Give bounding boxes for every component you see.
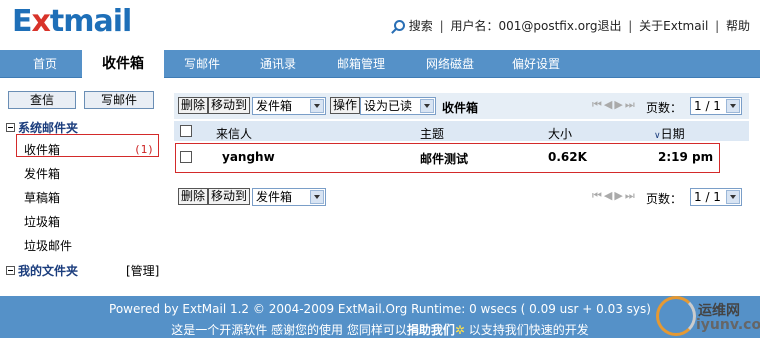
tab-inbox[interactable]: 收件箱 [82,50,164,79]
row-date: 2:19 pm [658,150,714,164]
sort-desc-icon: ∨ [654,131,661,141]
manage-folders-link[interactable]: [管理] [126,262,159,279]
donate-link[interactable]: 捐助我们 [407,323,455,337]
username: 001@postfix.org [498,19,598,33]
chevron-down-icon [726,190,740,204]
row-from[interactable]: yanghw [222,150,275,164]
tab-preferences[interactable]: 偏好设置 [496,50,576,78]
move-to-button-bottom[interactable]: 移动到 [208,188,251,205]
sidebar-item-trash[interactable]: 垃圾箱 [24,213,60,230]
help-link[interactable]: 帮助 [726,19,750,33]
chevron-down-icon [310,99,324,113]
tab-addressbook[interactable]: 通讯录 [242,50,314,78]
column-date[interactable]: ∨日期 [654,125,685,142]
header: Extmail 搜索 | 用户名：001@postfix.org退出 | 关于E… [0,0,760,50]
page-select-bottom[interactable]: 1 / 1 [690,188,742,206]
row-checkbox[interactable] [180,151,192,163]
search-icon[interactable] [393,20,405,31]
mark-as-select[interactable]: 设为已读 [360,97,436,115]
select-all-checkbox[interactable] [180,125,192,137]
compose-button[interactable]: 写邮件 [84,91,154,109]
tab-mailbox-manage[interactable]: 邮箱管理 [322,50,400,78]
sidebar-item-inbox[interactable]: 收件箱 [24,141,60,158]
pages-label: 页数： [646,101,683,115]
footer-powered-by: Powered by ExtMail 1.2 © 2004-2009 ExtMa… [109,302,651,316]
sidebar-item-drafts[interactable]: 草稿箱 [24,189,60,206]
username-label: 用户名： [450,19,499,33]
main-tabs: 首页 收件箱 写邮件 通讯录 邮箱管理 网络磁盘 偏好设置 [0,50,760,79]
my-folders-header[interactable]: 我的文件夹 [6,262,78,279]
logout-link[interactable]: 退出 [597,19,621,33]
inbox-unread-count: (1) [134,143,154,156]
footer: Powered by ExtMail 1.2 © 2004-2009 ExtMa… [0,296,760,338]
about-link[interactable]: 关于Extmail [639,19,708,33]
top-links: 搜索 | 用户名：001@postfix.org退出 | 关于Extmail |… [393,17,750,34]
row-subject[interactable]: 邮件测试 [420,150,468,167]
collapse-icon[interactable] [6,266,15,275]
table-row[interactable]: yanghw 邮件测试 0.62K 2:19 pm [174,145,749,171]
sidebar: 查信 写邮件 系统邮件夹 收件箱 (1) 发件箱 草稿箱 垃圾箱 垃圾邮件 我的… [0,79,165,292]
move-target-select[interactable]: 发件箱 [252,97,326,115]
extmail-logo[interactable]: Extmail [12,4,132,39]
search-link[interactable]: 搜索 [409,19,433,33]
chevron-down-icon [420,99,434,113]
column-from[interactable]: 来信人 [216,125,252,142]
delete-button[interactable]: 删除 [178,97,209,114]
column-size[interactable]: 大小 [548,125,572,142]
tab-home[interactable]: 首页 [6,50,84,78]
check-mail-button[interactable]: 查信 [8,91,76,109]
tab-compose[interactable]: 写邮件 [166,50,238,78]
column-subject[interactable]: 主题 [420,125,444,142]
pager-nav-icons[interactable]: ⏮◀▶⏭ [592,98,637,112]
operate-button[interactable]: 操作 [330,97,361,114]
move-to-button[interactable]: 移动到 [208,97,251,114]
collapse-icon[interactable] [6,123,15,132]
bottom-toolbar: 删除 移动到 发件箱 ⏮◀▶⏭ 页数： 1 / 1 [174,184,749,210]
watermark-logo-icon [656,296,696,336]
page-select[interactable]: 1 / 1 [690,97,742,115]
star-icon: ✲ [454,323,465,337]
row-size: 0.62K [548,150,587,164]
sidebar-item-sent[interactable]: 发件箱 [24,165,60,182]
current-folder-label: 收件箱 [442,101,479,115]
move-target-select-bottom[interactable]: 发件箱 [252,188,326,206]
chevron-down-icon [310,190,324,204]
site-watermark: 运维网 iyunv.com [652,296,760,338]
delete-button-bottom[interactable]: 删除 [178,188,209,205]
mail-list-header: 来信人 主题 大小 ∨日期 [174,121,749,141]
footer-message: 这是一个开源软件 感谢您的使用 您同样可以捐助我们✲ 以支持我们快速的开发 [171,323,589,337]
sidebar-item-spam[interactable]: 垃圾邮件 [24,237,72,254]
pager-nav-icons-bottom[interactable]: ⏮◀▶⏭ [592,189,637,203]
tab-netdisk[interactable]: 网络磁盘 [410,50,490,78]
mail-list-panel: 删除 移动到 发件箱 操作 设为已读 收件箱 ⏮◀▶⏭ 页数： 1 / 1 来信… [168,79,760,292]
pages-label-bottom: 页数： [646,192,683,206]
chevron-down-icon [726,99,740,113]
top-toolbar: 删除 移动到 发件箱 操作 设为已读 收件箱 ⏮◀▶⏭ 页数： 1 / 1 [174,93,749,119]
